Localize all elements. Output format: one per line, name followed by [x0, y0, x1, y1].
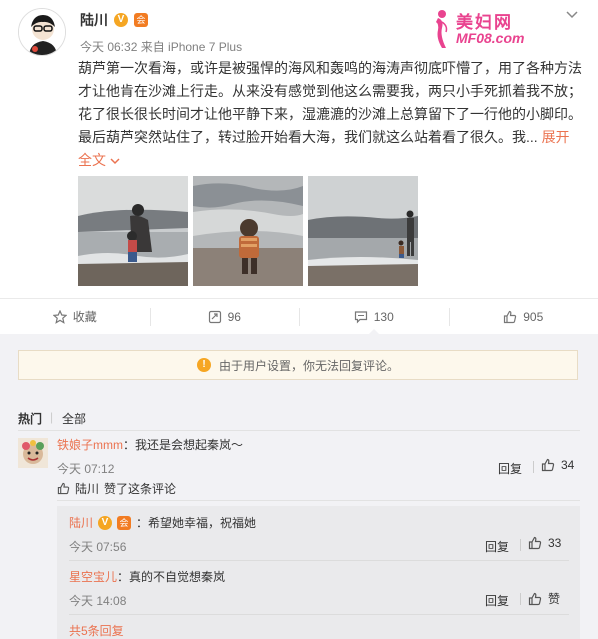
thumbs-up-icon [528, 592, 542, 605]
post-image-3[interactable] [308, 176, 418, 286]
commenter-avatar[interactable] [18, 438, 48, 468]
divider [69, 560, 569, 561]
separator [520, 593, 521, 605]
repost-icon [208, 310, 221, 323]
reply-text: ：真的不自觉想秦岚 [117, 570, 226, 584]
comments-section: ! 由于用户设置，你无法回复评论。 热门 全部 铁娘子mmm：我还是会想起秦岚～… [0, 334, 598, 639]
comment-tabs: 热门 全部 [18, 410, 86, 427]
favorite-label: 收藏 [72, 310, 97, 324]
reply-button[interactable]: 回复 [485, 592, 509, 609]
reply-like-label: 赞 [548, 592, 561, 606]
comment-button[interactable]: 130 [299, 299, 449, 335]
commenter-name[interactable]: 铁娘子mmm [57, 438, 123, 452]
post-text-block: 葫芦第一次看海，或许是被强悍的海风和轰鸣的海涛声彻底吓懵了，用了各种方法才让他肯… [78, 57, 583, 172]
separator [520, 539, 521, 551]
lady-silhouette-icon [436, 10, 448, 48]
reply-like-count: 33 [548, 536, 562, 550]
like-count: 905 [523, 309, 544, 324]
watermark: 美妇网 MF08.com [430, 6, 550, 52]
favorite-button[interactable]: 收藏 [0, 299, 150, 334]
divider [18, 430, 580, 431]
reply-text: ：希望她幸福，祝福她 [136, 516, 257, 530]
notice-text: 由于用户设置，你无法回复评论。 [218, 358, 399, 373]
divider [69, 614, 569, 615]
liked-by-name[interactable]: 陆川 [75, 480, 99, 497]
comment-like-count: 34 [561, 458, 575, 472]
thumbs-up-icon [57, 482, 70, 495]
post-image-2[interactable] [193, 176, 303, 286]
comment-text: ：我还是会想起秦岚～ [123, 438, 244, 452]
author-avatar[interactable] [18, 8, 66, 56]
post-meta: 今天 06:32 来自 iPhone 7 Plus [80, 40, 243, 54]
liked-text: 赞了这条评论 [104, 482, 177, 496]
sub-replies-panel: 陆川 V 会 ：希望她幸福，祝福她 今天 07:56 回复 33 星空宝儿：真的… [57, 506, 580, 639]
post-image-1[interactable] [78, 176, 188, 286]
warning-icon: ! [196, 358, 211, 372]
post-action-bar: 收藏 96 130 905 [0, 298, 598, 335]
reply-time: 今天 07:56 [69, 540, 127, 554]
reply-like-button[interactable]: 赞 [528, 590, 560, 607]
comment-1: 铁娘子mmm：我还是会想起秦岚～ [57, 436, 243, 453]
verified-badge-icon: V [114, 13, 128, 27]
repost-button[interactable]: 96 [149, 299, 300, 334]
author-name[interactable]: 陆川 [80, 10, 108, 30]
reply-author-name[interactable]: 陆川 [69, 514, 93, 531]
reply-button[interactable]: 回复 [498, 460, 522, 477]
post-menu-chevron-down-icon[interactable] [566, 8, 578, 22]
author-row: 陆川 V 会 [80, 10, 148, 30]
comment-time: 今天 07:12 [57, 462, 115, 476]
separator [533, 461, 534, 473]
comment-count: 130 [373, 309, 394, 324]
tab-all[interactable]: 全部 [50, 410, 86, 427]
reply-time: 今天 14:08 [69, 594, 127, 608]
divider [57, 500, 580, 501]
weibo-post-card: 陆川 V 会 今天 06:32 来自 iPhone 7 Plus 美妇网 MF0… [0, 0, 598, 298]
verified-badge-icon: V [98, 515, 113, 530]
chevron-down-icon [110, 158, 120, 165]
reply-2: 星空宝儿：真的不自觉想秦岚 [69, 568, 225, 585]
reply-like-button[interactable]: 33 [528, 536, 561, 550]
member-badge-icon: 会 [134, 13, 148, 27]
reply-disabled-notice: ! 由于用户设置，你无法回复评论。 [18, 350, 578, 380]
comment-icon [354, 310, 367, 323]
more-replies-link[interactable]: 共5条回复 [69, 622, 124, 639]
repost-count: 96 [227, 309, 241, 324]
reply-author-name[interactable]: 星空宝儿 [69, 570, 117, 584]
member-badge-icon: 会 [117, 515, 132, 530]
thumbs-up-icon [541, 458, 555, 472]
reply-1: 陆川 V 会 ：希望她幸福，祝福她 [69, 514, 256, 531]
reply-button[interactable]: 回复 [485, 538, 509, 555]
star-icon [52, 309, 67, 324]
thumbs-up-icon [504, 310, 517, 323]
post-images [78, 176, 418, 286]
like-button[interactable]: 905 [448, 299, 598, 334]
watermark-site: MF08.com [456, 30, 525, 46]
author-liked-row: 陆川 赞了这条评论 [57, 480, 176, 497]
post-text: 葫芦第一次看海，或许是被强悍的海风和轰鸣的海涛声彻底吓懵了，用了各种方法才让他肯… [78, 60, 582, 145]
tab-hot[interactable]: 热门 [18, 410, 42, 427]
comment-like-button[interactable]: 34 [541, 458, 574, 472]
thumbs-up-icon [528, 536, 542, 550]
